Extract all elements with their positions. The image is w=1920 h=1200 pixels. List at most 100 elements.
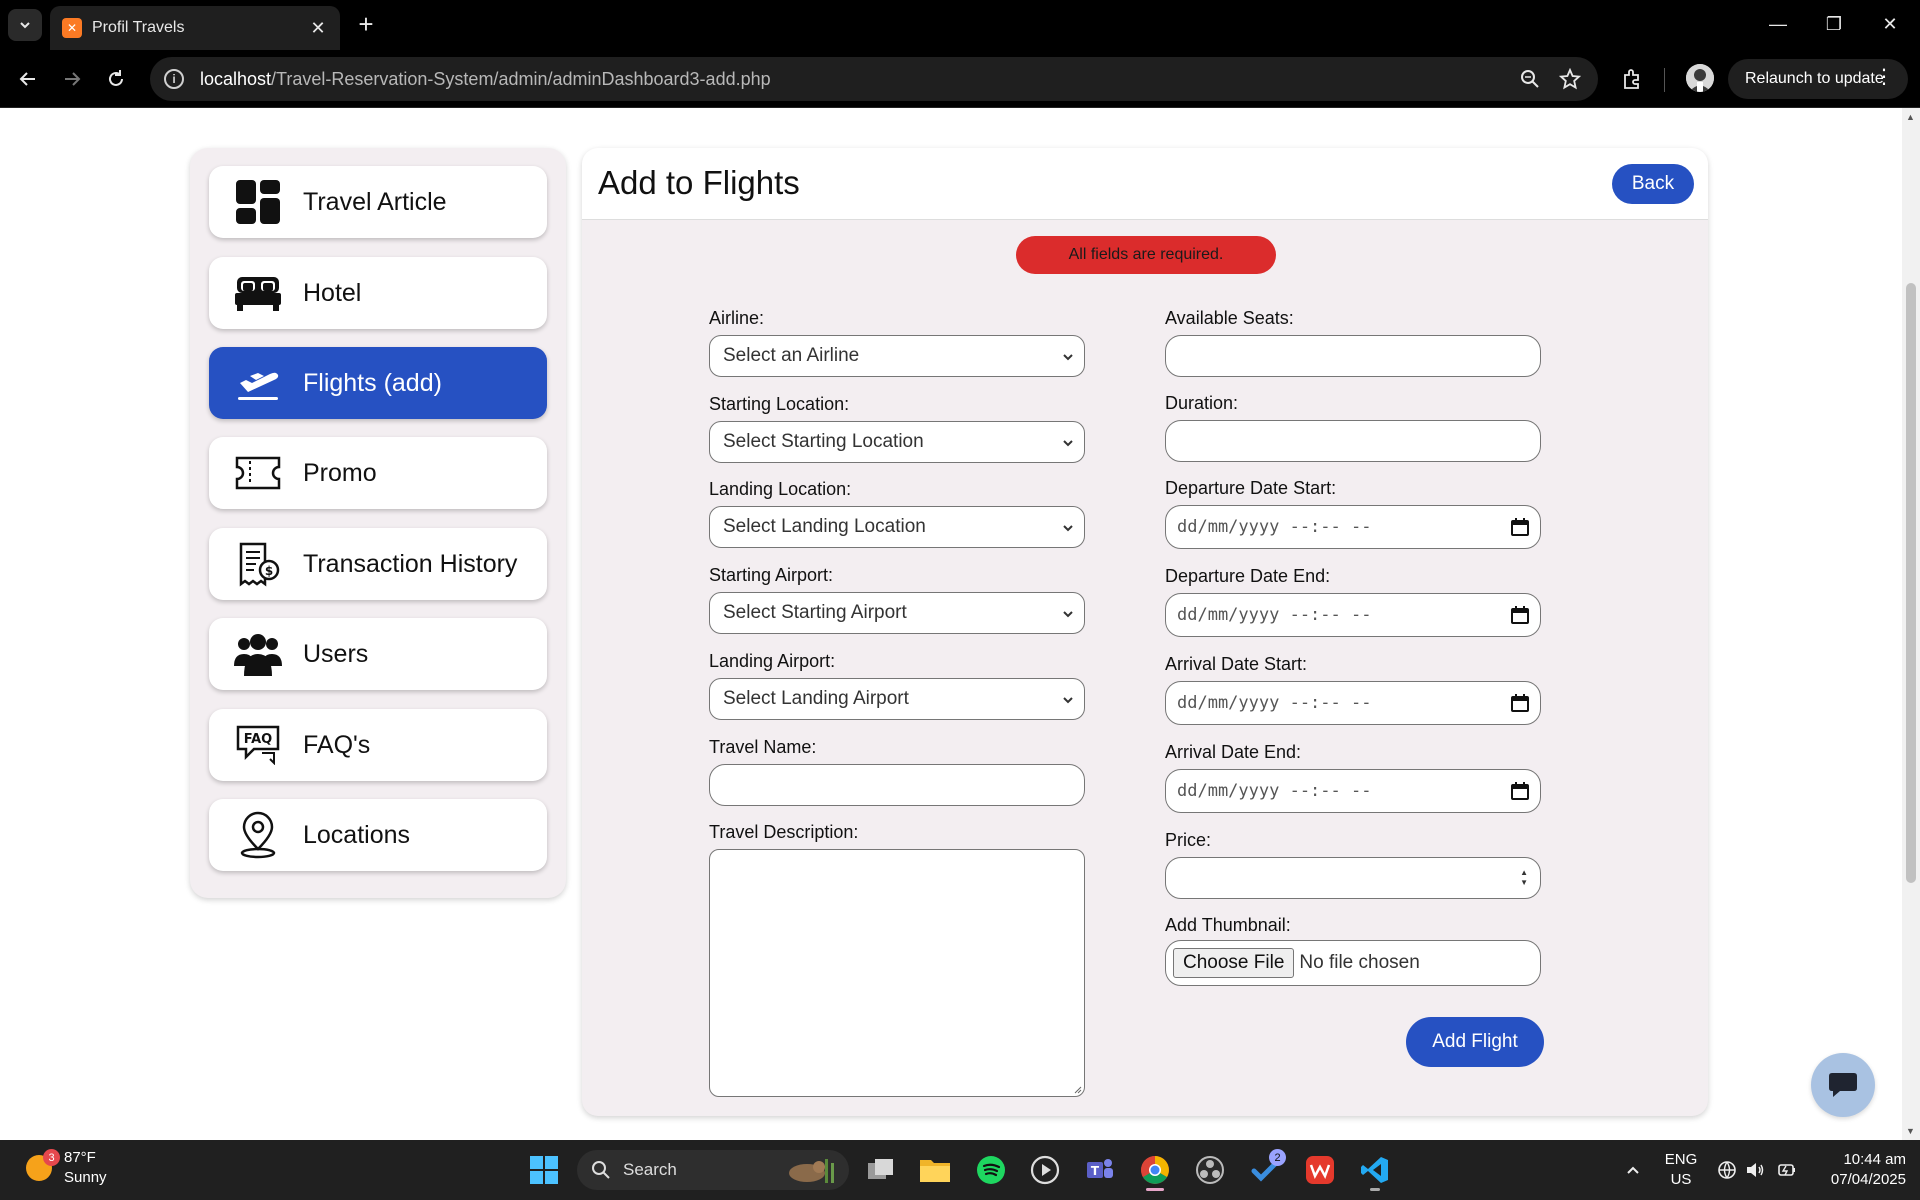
volume-icon[interactable] xyxy=(1738,1153,1772,1187)
forward-nav-button[interactable] xyxy=(56,63,88,95)
number-spinner-icon[interactable]: ▲ ▼ xyxy=(1520,868,1528,888)
sidebar-item-hotel[interactable]: Hotel xyxy=(209,257,547,329)
sidebar-item-label: Locations xyxy=(303,820,411,849)
plane-departure-icon xyxy=(233,358,283,408)
sidebar-item-users[interactable]: Users xyxy=(209,618,547,690)
more-menu-icon[interactable]: ⋮ xyxy=(1874,66,1894,88)
departure-date-end-input[interactable]: dd/mm/yyyy --:-- -- xyxy=(1165,593,1541,637)
close-window-button[interactable]: ✕ xyxy=(1870,8,1910,40)
relaunch-button[interactable]: Relaunch to update ⋮ xyxy=(1728,59,1908,99)
spotify-button[interactable] xyxy=(974,1153,1008,1187)
windows-start-button[interactable] xyxy=(527,1153,561,1187)
add-flight-button[interactable]: Add Flight xyxy=(1406,1017,1544,1067)
sidebar-item-faqs[interactable]: FAQ FAQ's xyxy=(209,709,547,781)
clock[interactable]: 10:44 am 07/04/2025 xyxy=(1810,1150,1906,1190)
date-placeholder: dd/mm/yyyy --:-- -- xyxy=(1177,781,1372,801)
starting-location-select[interactable]: Select Starting Location xyxy=(709,421,1085,463)
available-seats-label: Available Seats: xyxy=(1165,308,1294,328)
travel-description-textarea[interactable] xyxy=(709,849,1085,1097)
task-view-button[interactable] xyxy=(864,1153,898,1187)
validation-alert: All fields are required. xyxy=(1016,236,1276,274)
chrome-button[interactable] xyxy=(1138,1153,1172,1187)
obs-button[interactable] xyxy=(1193,1153,1227,1187)
thumbnail-file-input[interactable]: Choose File No file chosen xyxy=(1165,940,1541,986)
wps-office-button[interactable] xyxy=(1303,1153,1337,1187)
minimize-button[interactable]: — xyxy=(1758,8,1798,40)
obs-icon xyxy=(1196,1156,1224,1184)
windows-taskbar: 3 87°F Sunny Search T 2 ENG US 10:44 am … xyxy=(0,1140,1920,1200)
departure-date-end-label: Departure Date End: xyxy=(1165,566,1331,586)
arrival-date-start-input[interactable]: dd/mm/yyyy --:-- -- xyxy=(1165,681,1541,725)
starting-airport-value: Select Starting Airport xyxy=(723,602,907,623)
travel-name-input[interactable] xyxy=(709,764,1085,806)
running-app-indicator xyxy=(1370,1188,1380,1191)
landing-airport-label: Landing Airport: xyxy=(709,651,836,671)
sidebar-item-transaction-history[interactable]: $ Transaction History xyxy=(209,528,547,600)
media-player-button[interactable] xyxy=(1028,1153,1062,1187)
chat-button[interactable] xyxy=(1811,1053,1875,1117)
ticket-icon xyxy=(233,448,283,498)
browser-tab[interactable]: ✕ Profil Travels ✕ xyxy=(50,6,340,50)
chat-icon xyxy=(1829,1073,1857,1097)
resize-handle-icon[interactable] xyxy=(1072,1084,1082,1094)
reload-button[interactable] xyxy=(100,63,132,95)
chevron-down-icon xyxy=(20,22,30,29)
close-tab-icon[interactable]: ✕ xyxy=(308,18,328,39)
scroll-up-arrow-icon[interactable]: ▲ xyxy=(1906,112,1915,122)
tab-search-button[interactable] xyxy=(8,9,42,41)
airline-select[interactable]: Select an Airline xyxy=(709,335,1085,377)
sidebar-item-travel-article[interactable]: Travel Article xyxy=(209,166,547,238)
profile-avatar[interactable] xyxy=(1686,64,1714,92)
back-button[interactable]: Back xyxy=(1612,164,1694,204)
calendar-icon[interactable] xyxy=(1510,605,1530,625)
bookmark-star-icon[interactable] xyxy=(1558,67,1582,91)
users-icon xyxy=(233,629,283,679)
departure-date-start-input[interactable]: dd/mm/yyyy --:-- -- xyxy=(1165,505,1541,549)
duration-input[interactable] xyxy=(1165,420,1541,462)
price-input[interactable]: ▲ ▼ xyxy=(1165,857,1541,899)
chevron-down-icon xyxy=(1063,354,1073,361)
arrival-date-end-input[interactable]: dd/mm/yyyy --:-- -- xyxy=(1165,769,1541,813)
language-indicator[interactable]: ENG US xyxy=(1660,1150,1702,1190)
calendar-icon[interactable] xyxy=(1510,693,1530,713)
page-scrollbar[interactable]: ▲ ▼ xyxy=(1902,108,1920,1140)
date-placeholder: dd/mm/yyyy --:-- -- xyxy=(1177,605,1372,625)
sidebar-item-promo[interactable]: Promo xyxy=(209,437,547,509)
admin-sidebar: Travel Article Hotel Flights (add) Promo… xyxy=(190,148,566,898)
new-tab-button[interactable]: + xyxy=(352,11,380,37)
scroll-down-arrow-icon[interactable]: ▼ xyxy=(1906,1126,1915,1136)
date-placeholder: dd/mm/yyyy --:-- -- xyxy=(1177,693,1372,713)
page-title: Add to Flights xyxy=(598,164,800,201)
language-code: ENG xyxy=(1664,1151,1698,1168)
available-seats-input[interactable] xyxy=(1165,335,1541,377)
landing-location-select[interactable]: Select Landing Location xyxy=(709,506,1085,548)
site-info-icon[interactable]: i xyxy=(164,69,184,89)
sidebar-item-flights[interactable]: Flights (add) xyxy=(209,347,547,419)
vscode-button[interactable] xyxy=(1358,1153,1392,1187)
back-nav-button[interactable] xyxy=(12,63,44,95)
extensions-icon[interactable] xyxy=(1618,65,1646,93)
sidebar-item-label: FAQ's xyxy=(303,730,371,759)
todo-button[interactable]: 2 xyxy=(1248,1149,1286,1187)
sidebar-item-locations[interactable]: Locations xyxy=(209,799,547,871)
calendar-icon[interactable] xyxy=(1510,517,1530,537)
landing-location-value: Select Landing Location xyxy=(723,516,926,537)
teams-button[interactable]: T xyxy=(1083,1153,1117,1187)
choose-file-button[interactable]: Choose File xyxy=(1173,948,1295,978)
file-explorer-button[interactable] xyxy=(918,1153,952,1187)
starting-airport-select[interactable]: Select Starting Airport xyxy=(709,592,1085,634)
todo-badge: 2 xyxy=(1269,1149,1286,1166)
page-content: Travel Article Hotel Flights (add) Promo… xyxy=(0,108,1902,1140)
zoom-icon[interactable] xyxy=(1518,67,1542,91)
chevron-down-icon xyxy=(1063,697,1073,704)
show-hidden-icons-button[interactable] xyxy=(1616,1153,1650,1187)
address-bar[interactable]: i localhost/Travel-Reservation-System/ad… xyxy=(150,57,1598,101)
taskbar-search[interactable]: Search xyxy=(577,1150,849,1190)
weather-widget[interactable]: 3 87°F Sunny xyxy=(26,1148,107,1188)
teams-icon: T xyxy=(1087,1159,1113,1178)
calendar-icon[interactable] xyxy=(1510,781,1530,801)
landing-airport-select[interactable]: Select Landing Airport xyxy=(709,678,1085,720)
restore-button[interactable]: ❐ xyxy=(1814,8,1854,40)
scroll-thumb[interactable] xyxy=(1906,283,1916,883)
battery-icon[interactable] xyxy=(1770,1153,1804,1187)
